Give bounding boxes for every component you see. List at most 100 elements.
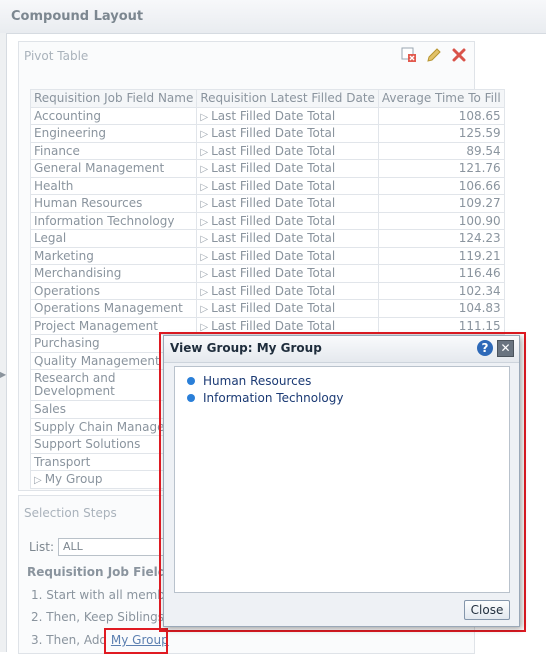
expand-triangle-icon[interactable]: ▷ xyxy=(34,475,42,486)
filled-date-label: Last Filled Date Total xyxy=(211,301,336,316)
job-field-cell[interactable]: Merchandising xyxy=(29,264,198,283)
filled-date-cell[interactable]: ▷ Last Filled Date Total xyxy=(196,176,379,195)
view-group-dialog: View Group: My Group ? ✕ Human Resources… xyxy=(163,335,520,627)
list-select[interactable]: ALL xyxy=(58,538,169,556)
expand-triangle-icon[interactable]: ▷ xyxy=(200,217,208,228)
filled-date-label: Last Filled Date Total xyxy=(211,248,336,263)
bullet-icon xyxy=(187,377,195,385)
list-row: List: ALL xyxy=(29,538,169,556)
job-field-cell[interactable]: Engineering xyxy=(29,124,198,143)
job-field-label: Purchasing xyxy=(34,336,100,351)
job-field-cell[interactable]: Marketing xyxy=(29,246,198,265)
table-row: Accounting ▷ Last Filled Date Total 108.65 xyxy=(29,106,505,125)
left-collapse-strip[interactable] xyxy=(0,33,7,652)
filled-date-cell[interactable]: ▷ Last Filled Date Total xyxy=(196,124,379,143)
expand-triangle-icon[interactable]: ▷ xyxy=(200,287,208,298)
filled-date-label: Last Filled Date Total xyxy=(211,196,336,211)
filled-date-cell[interactable]: ▷ Last Filled Date Total xyxy=(196,281,379,300)
selection-step-1: 1. Start with all membe xyxy=(31,588,173,602)
expand-triangle-icon[interactable]: ▷ xyxy=(200,304,208,315)
pivot-table-title: Pivot Table xyxy=(24,49,89,63)
close-icon[interactable]: ✕ xyxy=(497,340,514,357)
expand-triangle-icon[interactable]: ▷ xyxy=(200,112,208,123)
avg-time-cell: 106.66 xyxy=(377,176,505,195)
bullet-icon xyxy=(187,394,195,402)
expand-triangle-icon[interactable]: ▷ xyxy=(200,164,208,175)
expand-triangle-icon[interactable]: ▷ xyxy=(200,182,208,193)
list-item: Information Technology xyxy=(187,391,344,405)
help-icon[interactable]: ? xyxy=(477,340,493,356)
avg-time-cell: 124.23 xyxy=(377,229,505,248)
avg-time-cell: 119.21 xyxy=(377,246,505,265)
job-field-cell[interactable]: Finance xyxy=(29,141,198,160)
table-row: Operations ▷ Last Filled Date Total 102.34 xyxy=(29,281,505,300)
job-field-cell[interactable]: Accounting xyxy=(29,106,198,125)
group-member-label: Information Technology xyxy=(203,391,344,405)
job-field-label: Sales xyxy=(34,402,66,417)
group-members-list: Human Resources Information Technology xyxy=(174,366,510,593)
avg-time-cell: 108.65 xyxy=(377,106,505,125)
job-field-cell[interactable]: Health xyxy=(29,176,198,195)
filled-date-label: Last Filled Date Total xyxy=(211,126,336,141)
job-field-cell[interactable]: Operations xyxy=(29,281,198,300)
window-title: Compound Layout xyxy=(11,9,144,24)
table-row: Operations Management ▷ Last Filled Date T… xyxy=(29,299,505,318)
expand-triangle-icon[interactable]: ▷ xyxy=(200,252,208,263)
job-field-label: Research and Development xyxy=(34,371,116,398)
expand-triangle-icon[interactable]: ▷ xyxy=(200,269,208,280)
job-field-label: My Group xyxy=(44,472,103,487)
dialog-title-bar[interactable]: View Group: My Group ? ✕ xyxy=(164,336,519,363)
job-field-cell[interactable]: Information Technology xyxy=(29,211,198,230)
group-member-label: Human Resources xyxy=(203,374,312,388)
expand-triangle-icon[interactable]: ▷ xyxy=(200,199,208,210)
avg-time-cell: 121.76 xyxy=(377,159,505,178)
avg-time-cell: 125.59 xyxy=(377,124,505,143)
filled-date-label: Last Filled Date Total xyxy=(211,318,336,333)
avg-time-cell: 116.46 xyxy=(377,264,505,283)
table-row: Legal ▷ Last Filled Date Total 124.23 xyxy=(29,229,505,248)
edit-pencil-icon[interactable] xyxy=(425,46,443,64)
avg-time-cell: 100.90 xyxy=(377,211,505,230)
filled-date-cell[interactable]: ▷ Last Filled Date Total xyxy=(196,159,379,178)
avg-time-cell: 102.34 xyxy=(377,281,505,300)
table-row: Marketing ▷ Last Filled Date Total 119.21 xyxy=(29,246,505,265)
avg-time-cell: 109.27 xyxy=(377,194,505,213)
selection-heading: Requisition Job Field - xyxy=(27,565,176,579)
job-field-cell[interactable]: Legal xyxy=(29,229,198,248)
job-field-cell[interactable]: General Management xyxy=(29,159,198,178)
expand-triangle-icon[interactable]: ▷ xyxy=(200,234,208,245)
filled-date-label: Last Filled Date Total xyxy=(211,231,336,246)
list-label: List: xyxy=(29,540,55,554)
filled-date-cell[interactable]: ▷ Last Filled Date Total xyxy=(196,229,379,248)
expand-triangle-icon[interactable]: ▷ xyxy=(200,147,208,158)
filled-date-cell[interactable]: ▷ Last Filled Date Total xyxy=(196,106,379,125)
filled-date-cell[interactable]: ▷ Last Filled Date Total xyxy=(196,194,379,213)
expand-triangle-icon[interactable]: ▷ xyxy=(200,129,208,140)
job-field-cell[interactable]: Human Resources xyxy=(29,194,198,213)
column-header[interactable]: Requisition Job Field Name xyxy=(29,89,198,108)
dialog-title: View Group: My Group xyxy=(170,341,322,355)
job-field-cell[interactable]: Operations Management xyxy=(29,299,198,318)
filled-date-cell[interactable]: ▷ Last Filled Date Total xyxy=(196,264,379,283)
table-row: Finance ▷ Last Filled Date Total 89.54 xyxy=(29,141,505,160)
filled-date-cell[interactable]: ▷ Last Filled Date Total xyxy=(196,299,379,318)
remove-icon[interactable] xyxy=(450,46,468,64)
column-header[interactable]: Average Time To Fill xyxy=(377,89,505,108)
filled-date-label: Last Filled Date Total xyxy=(211,108,336,123)
pivot-toolbar xyxy=(400,46,468,64)
filled-date-label: Last Filled Date Total xyxy=(211,213,336,228)
column-header[interactable]: Requisition Latest Filled Date xyxy=(196,89,379,108)
filled-date-label: Last Filled Date Total xyxy=(211,178,336,193)
expand-arrow-icon[interactable]: ▶ xyxy=(0,370,6,379)
table-row: Engineering ▷ Last Filled Date Total 125.59 xyxy=(29,124,505,143)
close-button[interactable]: Close xyxy=(464,600,510,620)
format-view-icon[interactable] xyxy=(400,46,418,64)
filled-date-cell[interactable]: ▷ Last Filled Date Total xyxy=(196,246,379,265)
filled-date-cell[interactable]: ▷ Last Filled Date Total xyxy=(196,211,379,230)
selection-step-2: 2. Then, Keep Siblings xyxy=(31,610,164,624)
avg-time-cell: 89.54 xyxy=(377,141,505,160)
filled-date-cell[interactable]: ▷ Last Filled Date Total xyxy=(196,141,379,160)
filled-date-label: Last Filled Date Total xyxy=(211,161,336,176)
selection-steps-title: Selection Steps xyxy=(24,506,117,520)
step-3-prefix: 3. Then, Add xyxy=(31,633,108,647)
